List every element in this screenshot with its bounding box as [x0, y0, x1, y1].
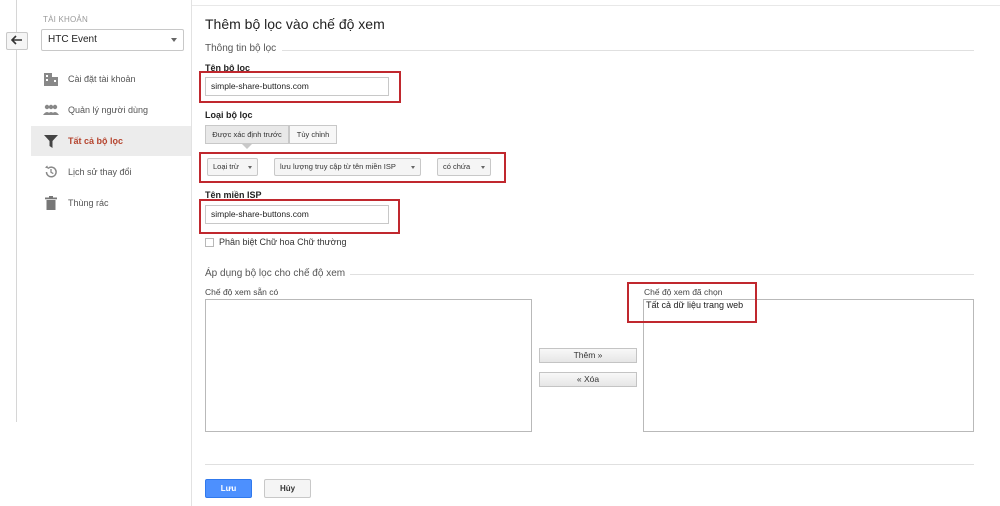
available-views-label: Chế độ xem sẵn có	[205, 287, 279, 297]
cancel-button[interactable]: Hủy	[264, 479, 311, 498]
sidebar-item-account-settings[interactable]: Cài đặt tài khoản	[31, 64, 191, 94]
source-select[interactable]: lưu lượng truy cập từ tên miền ISP	[274, 158, 421, 176]
select-value: có chứa	[443, 162, 471, 171]
building-icon	[43, 71, 59, 87]
apply-views-divider	[350, 274, 974, 275]
remove-button[interactable]: « Xóa	[539, 372, 637, 387]
account-label: TÀI KHOẢN	[43, 15, 88, 24]
trash-icon	[43, 195, 59, 211]
sidebar-item-user-management[interactable]: Quản lý người dùng	[31, 95, 191, 125]
apply-views-heading: Áp dụng bộ lọc cho chế độ xem	[205, 268, 346, 279]
chevron-down-icon	[411, 166, 415, 169]
tab-custom[interactable]: Tùy chỉnh	[289, 125, 337, 144]
select-value: lưu lượng truy cập từ tên miền ISP	[280, 162, 396, 171]
chevron-down-icon	[248, 166, 252, 169]
chevron-down-icon	[171, 38, 177, 42]
sidebar-item-label: Lịch sử thay đổi	[68, 167, 132, 177]
add-button[interactable]: Thêm »	[539, 348, 637, 363]
highlight-box-selected-views	[627, 282, 757, 323]
account-value: HTC Event	[48, 34, 97, 45]
sidebar-item-trash[interactable]: Thùng rác	[31, 188, 191, 218]
rail-line	[16, 0, 17, 422]
sidebar-item-label: Quản lý người dùng	[68, 105, 148, 115]
filter-icon	[43, 133, 59, 149]
filter-name-input[interactable]: simple-share-buttons.com	[205, 77, 389, 96]
save-button[interactable]: Lưu	[205, 479, 252, 498]
top-divider	[192, 5, 1000, 6]
sidebar-item-all-filters[interactable]: Tất cả bộ lọc	[31, 126, 191, 156]
case-sensitive-label: Phân biệt Chữ hoa Chữ thường	[219, 237, 347, 247]
filter-info-heading: Thông tin bộ lọc	[205, 43, 277, 54]
sidebar-item-label: Cài đặt tài khoản	[68, 74, 136, 84]
page-title: Thêm bộ lọc vào chế độ xem	[205, 16, 385, 32]
history-icon	[43, 164, 59, 180]
available-views-list[interactable]	[205, 299, 532, 432]
case-sensitive-checkbox[interactable]	[205, 238, 214, 247]
account-select[interactable]: HTC Event	[41, 29, 184, 51]
exclude-include-select[interactable]: Loại trừ	[207, 158, 258, 176]
expression-select[interactable]: có chứa	[437, 158, 491, 176]
back-arrow-icon	[10, 32, 23, 50]
chevron-down-icon	[481, 166, 485, 169]
isp-input[interactable]: simple-share-buttons.com	[205, 205, 389, 224]
filter-type-label: Loại bộ lọc	[205, 110, 253, 120]
filter-info-divider	[282, 50, 974, 51]
sidebar-item-label: Tất cả bộ lọc	[68, 136, 124, 146]
select-value: Loại trừ	[213, 162, 239, 171]
tab-pointer	[242, 144, 252, 149]
sidebar-item-label: Thùng rác	[68, 198, 109, 208]
tab-predefined[interactable]: Được xác định trước	[205, 125, 289, 144]
users-icon	[43, 102, 59, 118]
sidebar-item-change-history[interactable]: Lịch sử thay đổi	[31, 157, 191, 187]
footer-divider	[205, 464, 974, 465]
back-button[interactable]	[6, 32, 28, 50]
